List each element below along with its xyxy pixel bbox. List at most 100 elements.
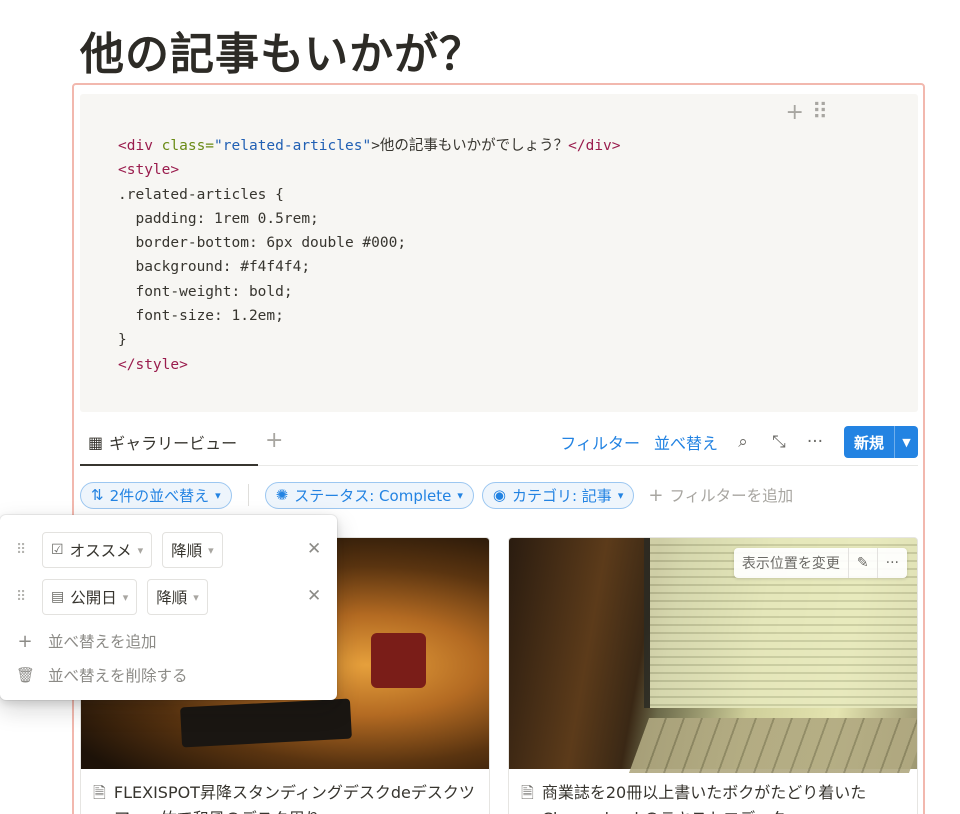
add-sort-label: 並べ替えを追加 <box>48 633 157 651</box>
code-token: } <box>118 332 127 349</box>
page-icon: 🗎 <box>521 783 534 802</box>
code-line: font-size: 1.2em; <box>118 304 621 328</box>
card-title-text: FLEXISPOT昇降スタンディングデスクdeデスクツアー。竹で和風のデスク周り <box>113 783 475 814</box>
chevron-down-icon[interactable]: ▼ <box>894 426 918 458</box>
gallery-card[interactable]: 表示位置を変更 ✎ ··· 🗎 商業誌を20冊以上書いたボクがたどり着いたChr… <box>508 537 918 814</box>
checkbox-icon: ☑ <box>51 542 64 558</box>
code-line: border-bottom: 6px double #000; <box>118 231 621 255</box>
code-token: </style> <box>118 356 188 373</box>
sort-pill-label: 2件の並べ替え <box>109 486 210 505</box>
card-title: 🗎 商業誌を20冊以上書いたボクがたどり着いたChromebookのテキストエデ… <box>521 780 907 814</box>
add-view-icon[interactable]: + <box>265 428 283 453</box>
code-token: border-bottom: 6px double #000; <box>118 235 407 252</box>
code-block[interactable]: + ⠿ <div class="related-articles">他の記事もい… <box>80 94 918 412</box>
select-circle-icon: ◉ <box>492 486 506 504</box>
code-token: font-size: 1.2em; <box>118 308 284 325</box>
cover-detail-object <box>371 633 426 688</box>
sort-popover: ⠿ ☑ オススメ ▾ 降順 ▾ ✕ ⠿ ▤ 公開日 ▾ 降順 ▾ ✕ + 並べ替… <box>0 515 337 700</box>
cover-detail-keyboard <box>628 718 917 773</box>
drag-handle-icon[interactable]: ⠿ <box>16 542 32 558</box>
sort-property-label: オススメ <box>69 542 132 560</box>
sort-property-select[interactable]: ☑ オススメ ▾ <box>42 532 153 568</box>
card-hover-actions: 表示位置を変更 ✎ ··· <box>733 548 907 578</box>
drag-handle-icon[interactable]: ⠿ <box>16 589 32 605</box>
gallery-grid-icon: ▦ <box>88 432 104 452</box>
chevron-down-icon: ▾ <box>137 543 144 557</box>
chevron-down-icon: ▾ <box>208 543 214 557</box>
calendar-icon: ▤ <box>51 589 65 605</box>
chevron-down-icon: ▾ <box>215 488 221 502</box>
code-line: padding: 1rem 0.5rem; <box>118 207 621 231</box>
edit-icon[interactable]: ✎ <box>847 548 877 578</box>
code-token: "related-articles" <box>214 138 372 154</box>
code-token: .related-articles { <box>118 186 284 203</box>
code-token: class= <box>161 138 215 154</box>
card-title: 🗎 FLEXISPOT昇降スタンディングデスクdeデスクツアー。竹で和風のデスク… <box>93 780 479 814</box>
tab-gallery-label: ギャラリービュー <box>109 434 238 453</box>
chevron-down-icon: ▾ <box>457 488 463 502</box>
delete-sort-button[interactable]: 🗑 並べ替えを削除する <box>16 664 188 686</box>
code-token: </div> <box>568 138 621 154</box>
status-filter-pill[interactable]: ✺ ステータス: Complete ▾ <box>264 481 474 509</box>
sort-direction-label: 降順 <box>171 542 203 560</box>
code-line: <style> <box>118 158 621 182</box>
page-icon: 🗎 <box>93 783 106 802</box>
plus-icon: + <box>17 630 33 652</box>
code-line: </style> <box>118 353 621 377</box>
category-filter-pill[interactable]: ◉ カテゴリ: 記事 ▾ <box>481 481 635 509</box>
reposition-button[interactable]: 表示位置を変更 <box>734 548 848 578</box>
category-filter-label: カテゴリ: 記事 <box>511 486 612 505</box>
filter-button[interactable]: フィルター <box>560 430 640 454</box>
sort-arrows-icon: ⇅ <box>91 486 104 504</box>
code-block-actions: + ⠿ <box>785 100 828 125</box>
sort-direction-select[interactable]: 降順 ▾ <box>162 532 223 568</box>
plus-icon: + <box>648 484 664 506</box>
sort-property-label: 公開日 <box>70 589 117 607</box>
new-button[interactable]: 新規 ▼ <box>843 426 918 458</box>
new-button-label: 新規 <box>853 433 884 452</box>
sort-direction-select[interactable]: 降順 ▾ <box>147 579 208 615</box>
filter-row: ⇅ 2件の並べ替え ▾ ✺ ステータス: Complete ▾ ◉ カテゴリ: … <box>80 481 793 509</box>
expand-icon[interactable]: ⤡ <box>768 432 790 452</box>
chevron-down-icon: ▾ <box>617 488 624 502</box>
code-line: } <box>118 328 621 352</box>
sort-rule-row: ⠿ ▤ 公開日 ▾ 降順 ▾ <box>16 579 208 615</box>
more-options-icon[interactable]: ··· <box>876 548 907 578</box>
code-line: font-weight: bold; <box>118 280 621 304</box>
more-options-icon[interactable]: ··· <box>804 432 826 452</box>
page-title: 他の記事もいかが？ <box>80 29 485 80</box>
code-line: background: #f4f4f4; <box>118 255 621 279</box>
code-token: font-weight: bold; <box>118 283 293 300</box>
sort-pill[interactable]: ⇅ 2件の並べ替え ▾ <box>80 481 232 509</box>
drag-handle-icon[interactable]: ⠿ <box>812 100 828 125</box>
remove-sort-icon[interactable]: ✕ <box>307 586 321 606</box>
trash-icon: 🗑 <box>16 666 36 684</box>
chevron-down-icon: ▾ <box>122 590 129 604</box>
code-token: padding: 1rem 0.5rem; <box>118 210 319 227</box>
code-line: <div class="related-articles">他の記事もいかがでし… <box>118 134 621 158</box>
code-content[interactable]: <div class="related-articles">他の記事もいかがでし… <box>118 134 621 377</box>
status-filter-label: ステータス: Complete <box>294 486 452 505</box>
add-filter-button[interactable]: + フィルターを追加 <box>648 484 793 506</box>
cover-detail-keyboard <box>180 698 352 748</box>
chevron-down-icon: ▾ <box>193 590 199 604</box>
tab-gallery-view[interactable]: ▦ ギャラリービュー <box>88 430 237 454</box>
remove-sort-icon[interactable]: ✕ <box>307 539 321 559</box>
view-tabs: ▦ ギャラリービュー + フィルター 並べ替え ⌕ ⤡ ··· 新規 ▼ <box>80 420 918 466</box>
add-block-icon[interactable]: + <box>785 100 803 125</box>
sort-property-select[interactable]: ▤ 公開日 ▾ <box>42 579 138 615</box>
status-loading-icon: ✺ <box>275 486 289 504</box>
code-line: .related-articles { <box>118 183 621 207</box>
tab-active-indicator <box>80 464 258 466</box>
sort-button[interactable]: 並べ替え <box>654 430 718 454</box>
add-filter-label: フィルターを追加 <box>669 487 794 505</box>
filter-divider <box>247 484 249 506</box>
code-token: >他の記事もいかがでしょう？ <box>371 138 569 154</box>
code-token: <style> <box>118 162 180 179</box>
code-token: background: #f4f4f4; <box>118 259 311 276</box>
add-sort-button[interactable]: + 並べ替えを追加 <box>16 630 157 652</box>
card-title-text: 商業誌を20冊以上書いたボクがたどり着いたChromebookのテキストエディタ <box>541 783 867 814</box>
search-icon[interactable]: ⌕ <box>732 432 754 452</box>
sort-rule-row: ⠿ ☑ オススメ ▾ 降順 ▾ <box>16 532 223 568</box>
code-token: <div <box>118 138 162 154</box>
